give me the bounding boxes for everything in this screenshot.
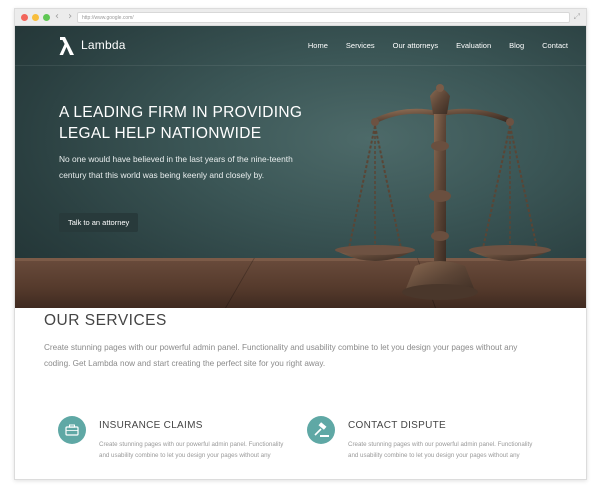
briefcase-icon: [58, 416, 86, 444]
lambda-logo-icon[interactable]: [59, 36, 75, 56]
minimize-window-button[interactable]: [32, 14, 39, 21]
back-forward-icon[interactable]: ‹ ›: [55, 11, 75, 22]
hero-title: A leading firm in providing legal help n…: [59, 104, 303, 142]
close-window-button[interactable]: [21, 14, 28, 21]
menu-item-services[interactable]: Services: [346, 41, 375, 50]
address-bar[interactable]: http://www.google.com/: [77, 12, 570, 23]
gavel-icon: [307, 416, 335, 444]
talk-to-attorney-button[interactable]: Talk to an attorney: [59, 213, 139, 232]
hero-section: Lambda Home Services Our attorneys Evalu…: [15, 26, 586, 308]
menu-item-evaluation[interactable]: Evaluation: [456, 41, 491, 50]
services-intro: Create stunning pages with our powerful …: [44, 343, 518, 368]
scales-of-justice-image: [335, 84, 551, 300]
services-title: Our services: [44, 312, 167, 329]
menu-item-blog[interactable]: Blog: [509, 41, 524, 50]
top-navigation: Lambda Home Services Our attorneys Evalu…: [15, 26, 586, 66]
menu-item-our-attorneys[interactable]: Our attorneys: [393, 41, 438, 50]
service-text: Create stunning pages with our powerful …: [99, 441, 284, 459]
hero-subtitle: No one would have believed in the last y…: [59, 154, 293, 180]
logo-text[interactable]: Lambda: [81, 38, 126, 52]
menu-item-contact[interactable]: Contact: [542, 41, 568, 50]
service-title: Contact dispute: [348, 420, 447, 431]
fullscreen-icon[interactable]: ⤢: [574, 12, 580, 22]
main-menu: Home Services Our attorneys Evaluation B…: [290, 41, 568, 50]
service-text: Create stunning pages with our powerful …: [348, 441, 533, 459]
browser-window: ‹ › http://www.google.com/ ⤢ Lambda Home…: [14, 8, 587, 480]
menu-item-home[interactable]: Home: [308, 41, 328, 50]
service-title: Insurance claims: [99, 420, 203, 431]
browser-chrome: ‹ › http://www.google.com/ ⤢: [15, 9, 586, 26]
maximize-window-button[interactable]: [43, 14, 50, 21]
